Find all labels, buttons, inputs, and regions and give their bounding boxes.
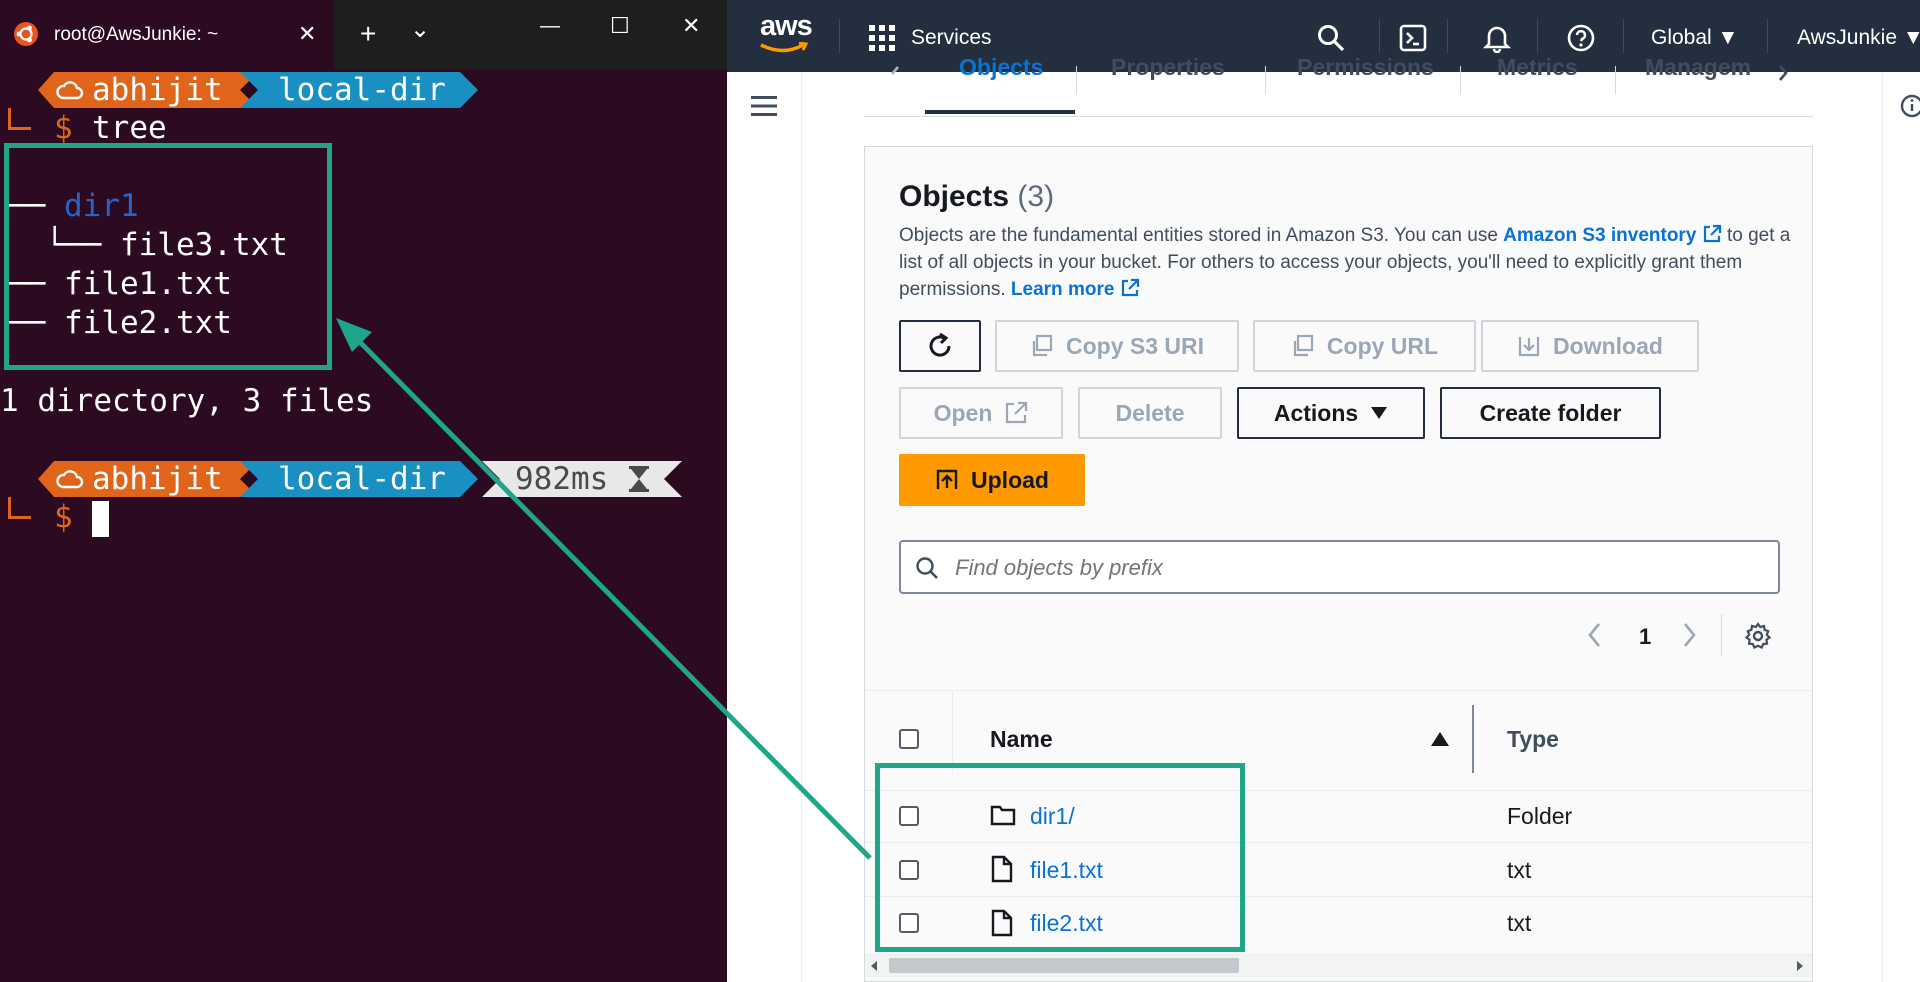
annotation-arrow	[336, 318, 872, 860]
